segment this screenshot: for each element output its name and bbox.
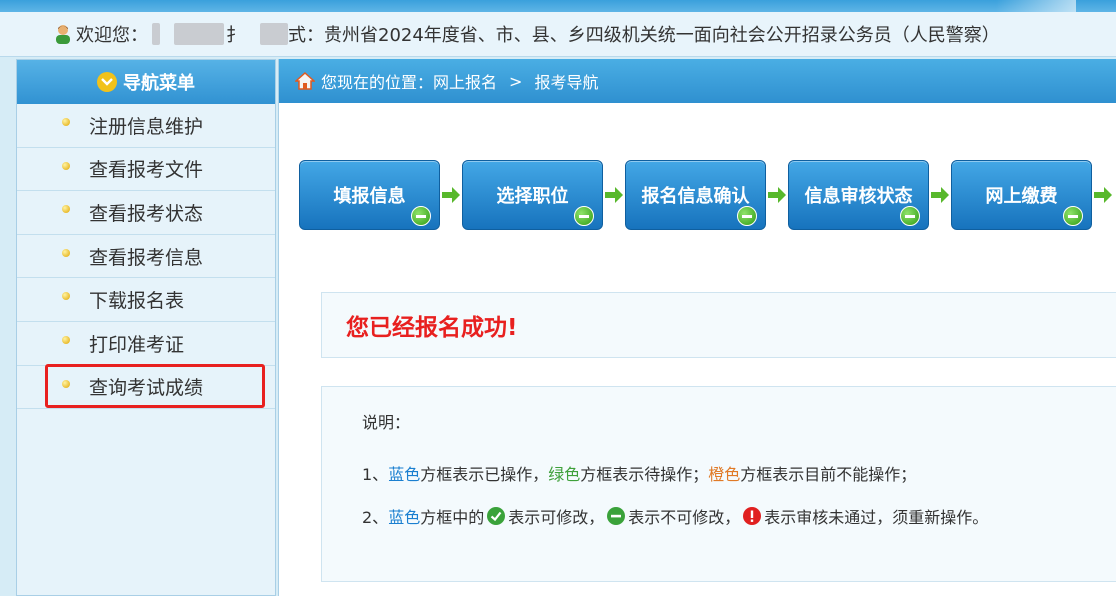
check-icon: [487, 506, 506, 525]
sidebar-item-label: 注册信息维护: [89, 115, 204, 138]
minus-icon: [737, 206, 757, 226]
sidebar-item-label: 打印准考证: [89, 333, 185, 356]
name-fragment: 扌: [226, 25, 244, 46]
sidebar-item-exam-info[interactable]: 查看报考信息: [17, 235, 275, 279]
description-text: 方框表示目前不能操作；: [740, 464, 917, 484]
step-label: 选择职位: [496, 186, 569, 207]
bullet-icon: [62, 205, 70, 214]
highlight-box: [45, 364, 265, 408]
minus-icon: [607, 506, 626, 525]
breadcrumb-separator: >: [509, 71, 523, 91]
top-banner-strip: [0, 0, 1116, 12]
sidebar-item-label: 查看报考状态: [89, 202, 204, 225]
bullet-icon: [62, 248, 70, 257]
orange-label: 橙色: [708, 464, 741, 484]
arrow-right-icon: [603, 160, 625, 230]
arrow-right-icon: [766, 160, 788, 230]
green-label: 绿色: [548, 464, 581, 484]
nav-menu-title: 导航菜单: [123, 73, 195, 94]
welcome-label: 欢迎您：: [76, 25, 148, 46]
banner-decoration: [996, 0, 1076, 12]
bullet-icon: [62, 118, 70, 126]
sidebar-item-label: 查看报考文件: [89, 159, 204, 182]
welcome-bar: 欢迎您： 扌 式：贵州省2024年度省、市、县、乡四级机关统一面向社会公开招录公…: [0, 12, 1116, 57]
description-title: 说明：: [362, 413, 411, 432]
description-text: 方框表示已操作，: [420, 464, 549, 484]
sidebar-item-exam-status[interactable]: 查看报考状态: [17, 191, 275, 235]
redacted-exam: [260, 23, 288, 45]
breadcrumb-level2: 报考导航: [534, 73, 599, 92]
step-label: 填报信息: [333, 186, 406, 207]
line-number: 1、: [362, 464, 389, 484]
sidebar-item-register-info[interactable]: 注册信息维护: [17, 104, 275, 148]
bullet-icon: [62, 292, 70, 301]
description-text: 表示可修改，: [508, 507, 605, 527]
description-text: 表示不可修改，: [628, 507, 741, 527]
breadcrumb: 您现在的位置： 网上报名 > 报考导航: [279, 59, 1116, 103]
description-text: 方框表示待操作；: [580, 464, 709, 484]
exam-title: 式：贵州省2024年度省、市、县、乡四级机关统一面向社会公开招录公务员（人民警察…: [288, 25, 1000, 46]
line-number: 2、: [362, 507, 389, 527]
arrow-right-icon: [1092, 160, 1114, 230]
step-label: 信息审核状态: [804, 186, 913, 207]
sidebar-item-label: 查看报考信息: [89, 246, 204, 269]
step-select-position[interactable]: 选择职位: [462, 160, 603, 230]
chevron-down-icon: [97, 72, 117, 92]
description-text: 方框中的: [420, 507, 485, 527]
redacted-name: [174, 23, 224, 45]
exclamation-icon: [743, 506, 762, 525]
sidebar-item-print-ticket[interactable]: 打印准考证: [17, 322, 275, 366]
blue-label: 蓝色: [388, 507, 421, 527]
step-label: 网上缴费: [985, 186, 1058, 207]
bullet-icon: [62, 161, 70, 170]
success-message-box: 您已经报名成功!: [321, 292, 1116, 358]
sidebar-item-download-form[interactable]: 下载报名表: [17, 278, 275, 322]
description-text: 表示审核未通过，须重新操作。: [764, 507, 989, 527]
step-fill-info[interactable]: 填报信息: [299, 160, 440, 230]
redacted-name: [152, 23, 160, 45]
arrow-right-icon: [440, 160, 462, 230]
sidebar-item-exam-files[interactable]: 查看报考文件: [17, 148, 275, 192]
breadcrumb-prefix: 您现在的位置：: [321, 73, 434, 92]
step-label: 报名信息确认: [641, 186, 750, 207]
minus-icon: [1063, 206, 1083, 226]
bullet-icon: [62, 335, 70, 344]
step-confirm-info[interactable]: 报名信息确认: [625, 160, 766, 230]
sidebar: 导航菜单 注册信息维护 查看报考文件 查看报考状态 查看报考信息 下载报名表 打…: [16, 59, 276, 596]
main-content: 您现在的位置： 网上报名 > 报考导航 填报信息 选择职位 报名信息确认 信息审…: [278, 59, 1116, 596]
description-line-2: 2、 蓝色 方框中的 表示可修改， 表示不可修改， 表示审核未通过，须重新操作。: [362, 494, 1116, 537]
minus-icon: [574, 206, 594, 226]
nav-menu-header: 导航菜单: [17, 60, 275, 104]
arrow-right-icon: [929, 160, 951, 230]
minus-icon: [411, 206, 431, 226]
breadcrumb-level1[interactable]: 网上报名: [433, 69, 497, 93]
blue-label: 蓝色: [388, 464, 421, 484]
home-icon: [294, 71, 316, 90]
minus-icon: [900, 206, 920, 226]
sidebar-item-label: 下载报名表: [89, 290, 185, 313]
user-icon: [54, 24, 72, 44]
description-line-1: 1、 蓝色 方框表示已操作， 绿色 方框表示待操作； 橙色 方框表示目前不能操作…: [362, 451, 1116, 494]
step-review-status[interactable]: 信息审核状态: [788, 160, 929, 230]
description-box: 说明： 1、 蓝色 方框表示已操作， 绿色 方框表示待操作； 橙色 方框表示目前…: [321, 386, 1116, 582]
step-online-payment[interactable]: 网上缴费: [951, 160, 1092, 230]
step-navigation: 填报信息 选择职位 报名信息确认 信息审核状态 网上缴费: [299, 160, 1114, 230]
success-message: 您已经报名成功!: [346, 315, 518, 341]
